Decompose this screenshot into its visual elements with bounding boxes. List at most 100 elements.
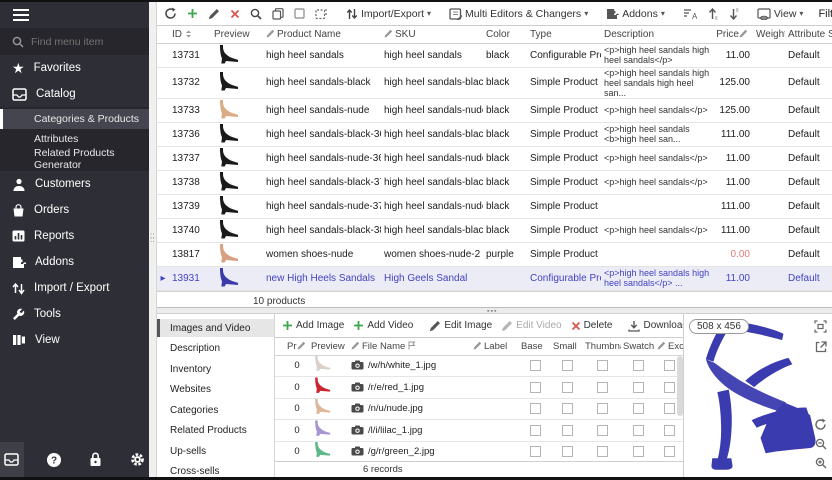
base-checkbox[interactable] [530, 403, 541, 414]
col-label[interactable]: Label [471, 338, 519, 355]
delete-image-button[interactable]: Delete [568, 318, 616, 333]
thumbnail-checkbox-cell[interactable] [583, 377, 621, 399]
exclude-checkbox[interactable] [664, 382, 675, 393]
col-preview[interactable]: Preview [211, 26, 263, 43]
base-checkbox[interactable] [530, 446, 541, 457]
col-base[interactable]: Base [519, 338, 551, 355]
copy-button[interactable] [269, 6, 287, 22]
col-swatch[interactable]: Swatch [621, 338, 655, 355]
base-checkbox-cell[interactable] [519, 420, 551, 442]
help-button[interactable]: ? [42, 442, 66, 477]
exclude-checkbox-cell[interactable] [655, 441, 683, 461]
col-product-name[interactable]: Product Name [263, 26, 381, 43]
vertical-splitter[interactable]: :::: [149, 2, 157, 477]
tab-related-products[interactable]: Related Products [157, 422, 274, 440]
multi-editors-menu[interactable]: Multi Editors & Changers▾ [446, 6, 591, 22]
paste-button[interactable] [291, 6, 308, 21]
swatch-checkbox[interactable] [633, 382, 644, 393]
product-row[interactable]: ▸13931new High Heels SandalsHigh Geels S… [157, 266, 832, 290]
open-external-icon[interactable] [814, 341, 827, 353]
col-position[interactable]: Pr [285, 338, 309, 355]
small-checkbox[interactable] [562, 360, 573, 371]
zoom-out-icon[interactable] [814, 438, 827, 450]
product-row[interactable]: 13738high heel sandals-black-37high heel… [157, 170, 832, 194]
sidebar-item-favorites[interactable]: ★ Favorites [0, 55, 149, 81]
sidebar-item-tools[interactable]: Tools [0, 301, 149, 327]
tab-up-sells[interactable]: Up-sells [157, 442, 274, 460]
swatch-checkbox-cell[interactable] [621, 398, 655, 420]
small-checkbox-cell[interactable] [551, 398, 583, 420]
swatch-checkbox-cell[interactable] [621, 441, 655, 461]
sidebar-item-view[interactable]: View [0, 327, 149, 353]
delete-product-button[interactable] [227, 7, 243, 21]
sidebar-search[interactable] [0, 28, 149, 55]
base-checkbox-cell[interactable] [519, 398, 551, 420]
col-description[interactable]: Description [601, 26, 713, 43]
media-row[interactable]: 0/l/i/lilac_1.jpg [275, 420, 683, 442]
rotate-icon[interactable] [814, 418, 827, 431]
edit-product-button[interactable] [205, 6, 223, 22]
exclude-checkbox[interactable] [664, 425, 675, 436]
menu-search-input[interactable] [31, 36, 131, 48]
base-checkbox[interactable] [530, 382, 541, 393]
lock-button[interactable] [84, 442, 108, 477]
media-row[interactable]: 0/g/r/green_2.jpg [275, 441, 683, 461]
thumbnail-checkbox[interactable] [597, 403, 608, 414]
base-checkbox[interactable] [530, 425, 541, 436]
tab-inventory[interactable]: Inventory [157, 360, 274, 378]
sidebar-item-categories-products[interactable]: Categories & Products [0, 109, 149, 129]
expand-rows-button[interactable] [704, 6, 721, 22]
col-small[interactable]: Small [551, 338, 583, 355]
search-button[interactable] [247, 6, 265, 22]
media-row[interactable]: 0/n/u/nude.jpg [275, 398, 683, 420]
exclude-checkbox-cell[interactable] [655, 420, 683, 442]
product-row[interactable]: 13731high heel sandalshigh heel sandalsb… [157, 43, 832, 67]
swatch-checkbox[interactable] [633, 446, 644, 457]
sidebar-item-catalog[interactable]: Catalog [0, 81, 149, 107]
import-export-menu[interactable]: Import/Export▾ [343, 6, 434, 22]
product-row[interactable]: 13740high heel sandals-black-38high heel… [157, 218, 832, 242]
col-file-name[interactable]: File Name [349, 338, 471, 355]
duplicate-button[interactable] [312, 6, 331, 22]
col-media-preview[interactable]: Preview [309, 338, 349, 355]
exclude-checkbox[interactable] [664, 446, 675, 457]
thumbnail-checkbox-cell[interactable] [583, 398, 621, 420]
product-row[interactable]: 13733high heel sandals-nudehigh heel san… [157, 98, 832, 122]
thumbnail-checkbox[interactable] [597, 446, 608, 457]
refresh-button[interactable] [161, 5, 180, 22]
base-checkbox-cell[interactable] [519, 377, 551, 399]
small-checkbox[interactable] [562, 425, 573, 436]
thumbnail-checkbox-cell[interactable] [583, 441, 621, 461]
product-row[interactable]: 13817women shoes-nudewomen shoes-nude-2p… [157, 242, 832, 266]
add-video-button[interactable]: Add Video [350, 318, 416, 333]
sort-az-button[interactable]: A [680, 6, 700, 22]
add-product-button[interactable] [184, 6, 201, 21]
thumbnail-checkbox-cell[interactable] [583, 355, 621, 377]
tab-cross-sells[interactable]: Cross-sells [157, 463, 274, 480]
small-checkbox-cell[interactable] [551, 441, 583, 461]
edit-image-button[interactable]: Edit Image [426, 318, 495, 334]
small-checkbox[interactable] [562, 382, 573, 393]
base-checkbox-cell[interactable] [519, 355, 551, 377]
tab-categories[interactable]: Categories [157, 401, 274, 419]
media-row[interactable]: 0/w/h/white_1.jpg [275, 355, 683, 377]
tab-images-and-video[interactable]: Images and Video [157, 319, 274, 337]
sidebar-item-reports[interactable]: Reports [0, 223, 149, 249]
sidebar-item-orders[interactable]: Orders [0, 197, 149, 223]
exclude-checkbox[interactable] [664, 360, 675, 371]
col-thumbnail[interactable]: Thumbna [583, 338, 621, 355]
sidebar-item-related-products-generator[interactable]: Related Products Generator [0, 149, 149, 169]
small-checkbox-cell[interactable] [551, 420, 583, 442]
swatch-checkbox-cell[interactable] [621, 420, 655, 442]
horizontal-splitter[interactable]: ▪▪▪ [157, 307, 832, 314]
col-id[interactable]: ID [169, 26, 211, 43]
small-checkbox-cell[interactable] [551, 377, 583, 399]
col-price[interactable]: Price [713, 26, 753, 43]
thumbnail-checkbox[interactable] [597, 425, 608, 436]
collapse-rows-button[interactable] [725, 6, 742, 22]
media-row[interactable]: 0/r/e/red_1.jpg [275, 377, 683, 399]
view-menu[interactable]: View▾ [754, 6, 807, 22]
sidebar-item-customers[interactable]: Customers [0, 171, 149, 197]
addons-menu[interactable]: Addons▾ [603, 6, 668, 22]
col-attribute-set[interactable]: Attribute Set Name [785, 26, 832, 43]
